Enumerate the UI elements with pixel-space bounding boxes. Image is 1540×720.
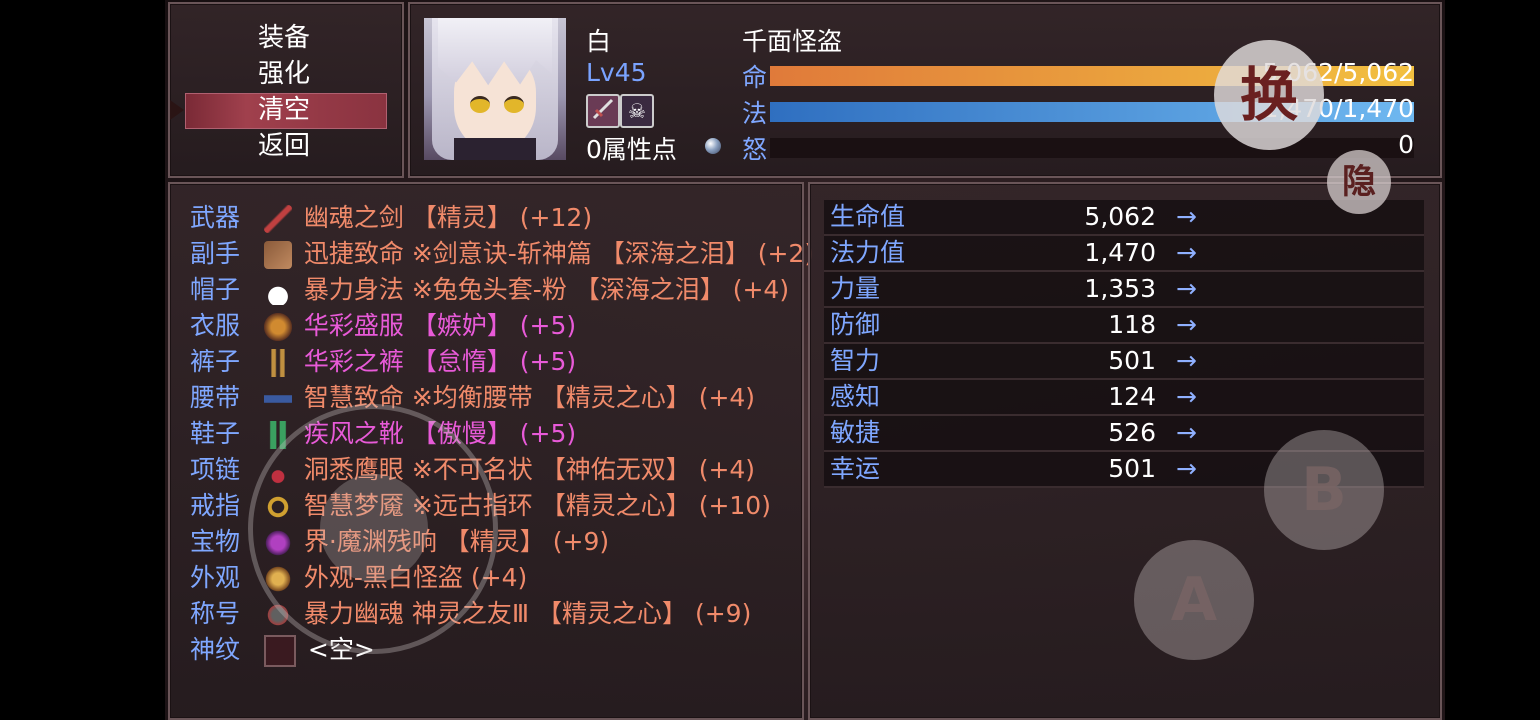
belt-icon (263, 385, 292, 413)
rage-label: 怒 (742, 135, 768, 164)
menu-item-clear[interactable]: 清空 (258, 93, 310, 127)
attribute-orb-icon (705, 138, 721, 154)
b-button[interactable]: B (1264, 430, 1384, 550)
stat-name: 法力值 (830, 238, 906, 267)
bunny-hat-icon (263, 277, 292, 305)
stat-value: 501 (1108, 454, 1156, 483)
arrow-right-icon: → (1176, 346, 1197, 375)
stat-value: 1,470 (1084, 238, 1156, 267)
slot-label: 裤子 (190, 347, 241, 376)
mp-label: 法 (742, 99, 768, 128)
stat-row-intelligence: 智力 501 → (824, 344, 1424, 380)
stat-name: 幸运 (830, 454, 881, 483)
item-name: 华彩之裤 【怠惰】 (+5) (303, 347, 577, 376)
menu-item-back[interactable]: 返回 (258, 129, 310, 163)
swap-button[interactable]: 换 (1214, 40, 1324, 150)
equip-row-hat[interactable]: 帽子 暴力身法 ※兔兔头套-粉 【深海之泪】 (+4) (190, 272, 789, 308)
equip-row-weapon[interactable]: 武器 幽魂之剑 【精灵】 (+12) (190, 200, 592, 236)
slot-label: 副手 (190, 239, 241, 268)
item-name: 暴力身法 ※兔兔头套-粉 【深海之泪】 (+4) (303, 275, 790, 304)
character-level: Lv45 (586, 58, 647, 87)
menu-item-enhance[interactable]: 强化 (258, 57, 310, 91)
pants-icon (263, 349, 292, 377)
equipment-list: 武器 幽魂之剑 【精灵】 (+12) 副手 迅捷致命 ※剑意诀-斩神篇 【深海之… (168, 182, 814, 720)
attribute-points: 0属性点 (586, 135, 677, 164)
rage-bar (770, 138, 1414, 158)
arrow-right-icon: → (1176, 310, 1197, 339)
equip-row-offhand[interactable]: 副手 迅捷致命 ※剑意诀-斩神篇 【深海之泪】 (+2) (190, 236, 814, 272)
stat-value: 118 (1108, 310, 1156, 339)
joystick-knob[interactable] (320, 474, 428, 582)
scroll-icon (263, 241, 292, 269)
stat-name: 生命值 (830, 202, 906, 231)
sword-skill-icon (586, 94, 620, 128)
equip-row-clothes[interactable]: 衣服 华彩盛服 【嫉妒】 (+5) (190, 308, 576, 344)
item-name: 华彩盛服 【嫉妒】 (+5) (303, 311, 577, 340)
armor-icon (263, 313, 292, 341)
command-menu: 装备 强化 清空 返回 (168, 2, 404, 178)
stat-row-perception: 感知 124 → (824, 380, 1424, 416)
stat-value: 1,353 (1084, 274, 1156, 303)
arrow-right-icon: → (1176, 238, 1197, 267)
stat-value: 5,062 (1084, 202, 1156, 231)
equip-row-pants[interactable]: 裤子 华彩之裤 【怠惰】 (+5) (190, 344, 576, 380)
stat-row-mp: 法力值 1,470 → (824, 236, 1424, 272)
arrow-right-icon: → (1176, 418, 1197, 447)
slot-label: 鞋子 (190, 419, 241, 448)
slot-label: 神纹 (190, 635, 241, 664)
stat-name: 力量 (830, 274, 881, 303)
slot-label: 称号 (190, 599, 241, 628)
hide-button[interactable]: 隐 (1327, 150, 1391, 214)
stat-name: 感知 (830, 382, 881, 411)
arrow-right-icon: → (1176, 202, 1197, 231)
arrow-right-icon: → (1176, 382, 1197, 411)
hp-label: 命 (742, 63, 768, 92)
stat-row-defense: 防御 118 → (824, 308, 1424, 344)
character-name: 白 (586, 27, 612, 56)
sword-icon (263, 205, 292, 233)
stat-row-hp: 生命值 5,062 → (824, 200, 1424, 236)
stat-name: 防御 (830, 310, 881, 339)
skull-skill-icon: ☠ (620, 94, 654, 128)
arrow-right-icon: → (1176, 454, 1197, 483)
stat-value: 526 (1108, 418, 1156, 447)
slot-label: 腰带 (190, 383, 241, 412)
rage-value: 0 (1398, 130, 1414, 159)
menu-item-equip[interactable]: 装备 (258, 21, 310, 55)
arrow-right-icon: → (1176, 274, 1197, 303)
item-name: 幽魂之剑 【精灵】 (+12) (303, 203, 593, 232)
slot-label: 宝物 (190, 527, 241, 556)
item-name: 迅捷致命 ※剑意诀-斩神篇 【深海之泪】 (+2) (303, 239, 815, 268)
stat-row-strength: 力量 1,353 → (824, 272, 1424, 308)
menu-cursor-icon (170, 100, 184, 120)
character-portrait (424, 18, 566, 160)
stat-name: 敏捷 (830, 418, 881, 447)
slot-label: 衣服 (190, 311, 241, 340)
slot-label: 帽子 (190, 275, 241, 304)
slot-label: 外观 (190, 563, 241, 592)
equip-row-belt[interactable]: 腰带 智慧致命 ※均衡腰带 【精灵之心】 (+4) (190, 380, 755, 416)
character-class: 千面怪盗 (742, 27, 843, 56)
stat-value: 501 (1108, 346, 1156, 375)
stat-name: 智力 (830, 346, 881, 375)
stat-value: 124 (1108, 382, 1156, 411)
empty-slot-icon (263, 635, 296, 667)
a-button[interactable]: A (1134, 540, 1254, 660)
slot-label: 戒指 (190, 491, 241, 520)
slot-label: 武器 (190, 203, 241, 232)
slot-label: 项链 (190, 455, 241, 484)
